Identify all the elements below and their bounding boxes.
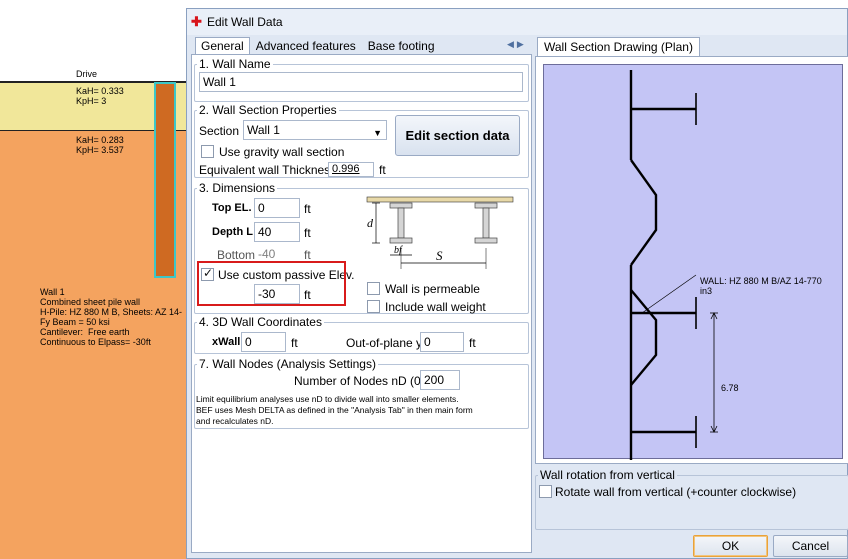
gravity-checkbox[interactable] [201,145,214,158]
drawing-panel: WALL: HZ 880 M B/AZ 14-770 in3 6.78 [535,56,848,464]
dimensions-legend: 3. Dimensions [199,181,276,195]
permeable-checkbox[interactable] [367,282,380,295]
section-label: Section [199,124,240,138]
wall-section-svg [629,70,718,460]
permeable-label: Wall is permeable [385,282,480,296]
tab-advanced-features[interactable]: Advanced features [250,37,362,55]
top-el-unit: ft [304,202,311,216]
top-el-input[interactable]: 0 [254,198,300,218]
depth-label: Depth L [212,226,253,238]
model-canvas[interactable]: Drive KaH= 0.333 KpH= 3 KaH= 0.283 KpH= … [0,0,186,559]
xwall-input[interactable]: 0 [241,332,286,352]
gravity-label: Use gravity wall section [219,145,345,159]
bottom-label: Bottom [217,248,256,262]
ok-button[interactable]: OK [693,535,768,557]
wall-drawing-dimension: 6.78 [721,383,739,393]
tab-base-footing[interactable]: Base footing [362,37,441,55]
custom-passive-highlight [197,261,346,306]
diagram-d-label: d [367,216,374,230]
drive-label: Drive [76,69,98,79]
xwall-unit: ft [291,336,298,350]
left-tabs: General Advanced features Base footing [195,37,441,55]
nodes-note: Limit equilibrium analyses use nD to div… [196,394,473,426]
depth-input[interactable]: 40 [254,222,300,242]
thickness-label: Equivalent wall Thickness: [199,163,340,177]
section-select-value: Wall 1 [247,123,280,137]
edit-section-button[interactable]: Edit section data [395,115,520,156]
top-el-label: Top EL. [212,202,252,214]
wall-plan-drawing[interactable]: WALL: HZ 880 M B/AZ 14-770 in3 6.78 [543,64,843,460]
rotation-legend: Wall rotation from vertical [540,468,675,482]
beam-section-diagram: d bf S [364,193,516,275]
section-select[interactable]: Wall 1 ▼ [243,120,387,140]
out-of-plane-label: Out-of-plane y [346,336,423,350]
layer1-coefficients: KaH= 0.333 KpH= 3 [76,86,124,106]
wall-name-input[interactable]: Wall 1 [199,72,523,92]
section-properties-legend: 2. Wall Section Properties [199,103,337,117]
layer2-coefficients: KaH= 0.283 KpH= 3.537 [76,135,124,155]
tab-scroll-arrows-icon[interactable]: ◀▶ [507,39,527,50]
thickness-unit: ft [379,163,386,177]
dialog-titlebar: ✚ Edit Wall Data [187,9,847,35]
rotate-checkbox[interactable] [539,485,552,498]
depth-unit: ft [304,226,311,240]
nodes-legend: 7. Wall Nodes (Analysis Settings) [199,357,376,371]
edit-wall-dialog: ✚ Edit Wall Data General Advanced featur… [186,8,848,559]
chevron-down-icon: ▼ [373,128,382,138]
general-panel: 1. Wall Name Wall 1 2. Wall Section Prop… [191,54,532,553]
wall-weight-label: Include wall weight [385,300,486,314]
nodes-count-label: Number of Nodes nD (0- [294,374,425,388]
diagram-bf-label: bf [394,245,403,256]
wall-name-legend: 1. Wall Name [199,57,271,71]
tab-wall-section-drawing[interactable]: Wall Section Drawing (Plan) [537,37,700,57]
bottom-unit: ft [304,248,311,262]
wall-drawing-label: WALL: HZ 880 M B/AZ 14-770 in3 [700,276,822,296]
out-of-plane-unit: ft [469,336,476,350]
app-icon: ✚ [191,14,202,29]
coordinates-legend: 4. 3D Wall Coordinates [199,315,322,329]
thickness-value: 0.996 [328,162,374,177]
cancel-button[interactable]: Cancel [773,535,848,557]
wall-pile[interactable] [154,82,176,278]
xwall-label: xWall [212,336,241,348]
rotate-label: Rotate wall from vertical (+counter cloc… [555,485,797,499]
rotation-group: Wall rotation from vertical [535,468,848,530]
out-of-plane-input[interactable]: 0 [420,332,464,352]
dialog-title: Edit Wall Data [207,15,283,29]
tab-general[interactable]: General [195,37,250,55]
nodes-count-input[interactable]: 200 [420,370,460,390]
wall-info-text: Wall 1 Combined sheet pile wall H-Pile: … [40,287,183,347]
wall-weight-checkbox[interactable] [367,300,380,313]
diagram-s-label: S [436,248,443,263]
